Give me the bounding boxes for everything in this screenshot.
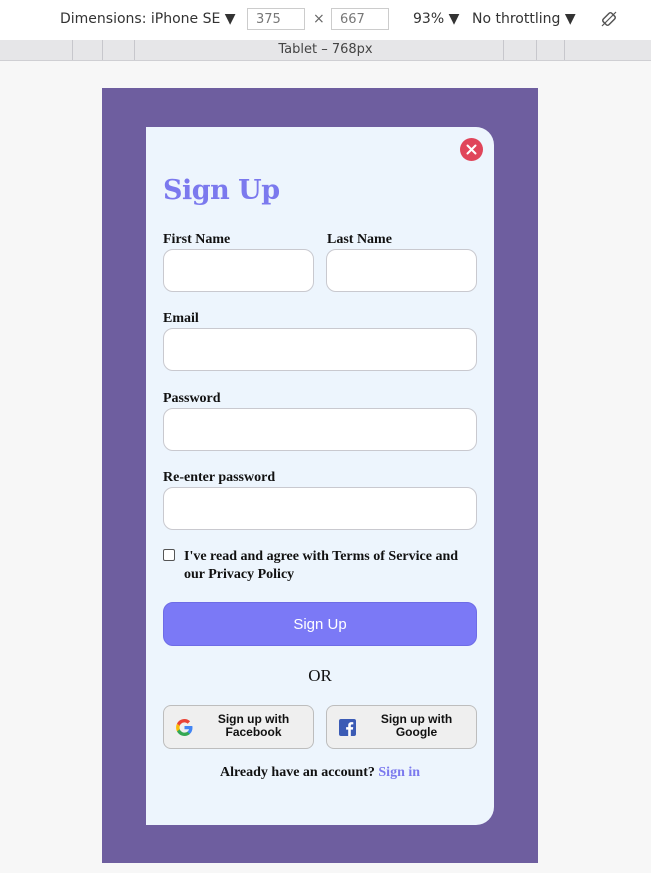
last-name-input[interactable] bbox=[326, 249, 477, 292]
rotate-icon[interactable] bbox=[600, 10, 618, 28]
first-name-input[interactable] bbox=[163, 249, 314, 292]
google-icon bbox=[174, 717, 195, 738]
signup-button[interactable]: Sign Up bbox=[163, 602, 477, 646]
agree-checkbox[interactable] bbox=[163, 549, 175, 561]
password-label: Password bbox=[163, 391, 221, 406]
breakpoint-ruler[interactable]: Tablet – 768px bbox=[0, 40, 651, 61]
social-signup-button-right[interactable]: Sign up with Google bbox=[326, 705, 477, 749]
facebook-icon bbox=[337, 717, 358, 738]
viewport-height-input[interactable]: 667 bbox=[331, 8, 389, 30]
email-input[interactable] bbox=[163, 328, 477, 371]
last-name-label: Last Name bbox=[327, 232, 392, 247]
password-input[interactable] bbox=[163, 408, 477, 451]
signin-link[interactable]: Sign in bbox=[378, 765, 420, 780]
emulated-viewport: Sign Up First Name Last Name Email Passw… bbox=[102, 88, 538, 863]
social-signup-label-right: Sign up with Google bbox=[380, 712, 453, 739]
dimensions-separator: × bbox=[313, 11, 325, 27]
signin-prompt-text: Already have an account? bbox=[219, 765, 375, 780]
viewport-width-input[interactable]: 375 bbox=[247, 8, 305, 30]
close-button[interactable] bbox=[460, 138, 483, 161]
email-label: Email bbox=[163, 311, 199, 326]
agree-text: I've read and agree with Terms of Servic… bbox=[184, 549, 459, 582]
reenter-password-label: Re-enter password bbox=[163, 470, 276, 485]
reenter-password-input[interactable] bbox=[163, 487, 477, 530]
social-signup-button-left[interactable]: Sign up with Facebook bbox=[163, 705, 314, 749]
devtools-device-toolbar: Dimensions: iPhone SE ▼ 375 × 667 93% ▼ … bbox=[0, 0, 651, 41]
signin-prompt: Already have an account? Sign in bbox=[146, 765, 494, 781]
breakpoint-label: Tablet – 768px bbox=[278, 42, 373, 57]
signup-card: Sign Up First Name Last Name Email Passw… bbox=[146, 127, 494, 825]
page-title: Sign Up bbox=[163, 175, 280, 206]
close-icon bbox=[466, 140, 477, 159]
first-name-label: First Name bbox=[163, 232, 231, 247]
device-dimensions-dropdown[interactable]: Dimensions: iPhone SE ▼ bbox=[60, 11, 236, 27]
social-signup-label-left: Sign up with Facebook bbox=[217, 712, 290, 739]
zoom-dropdown[interactable]: 93% ▼ bbox=[413, 11, 459, 27]
throttling-dropdown[interactable]: No throttling ▼ bbox=[472, 11, 576, 27]
or-divider: OR bbox=[308, 666, 332, 685]
